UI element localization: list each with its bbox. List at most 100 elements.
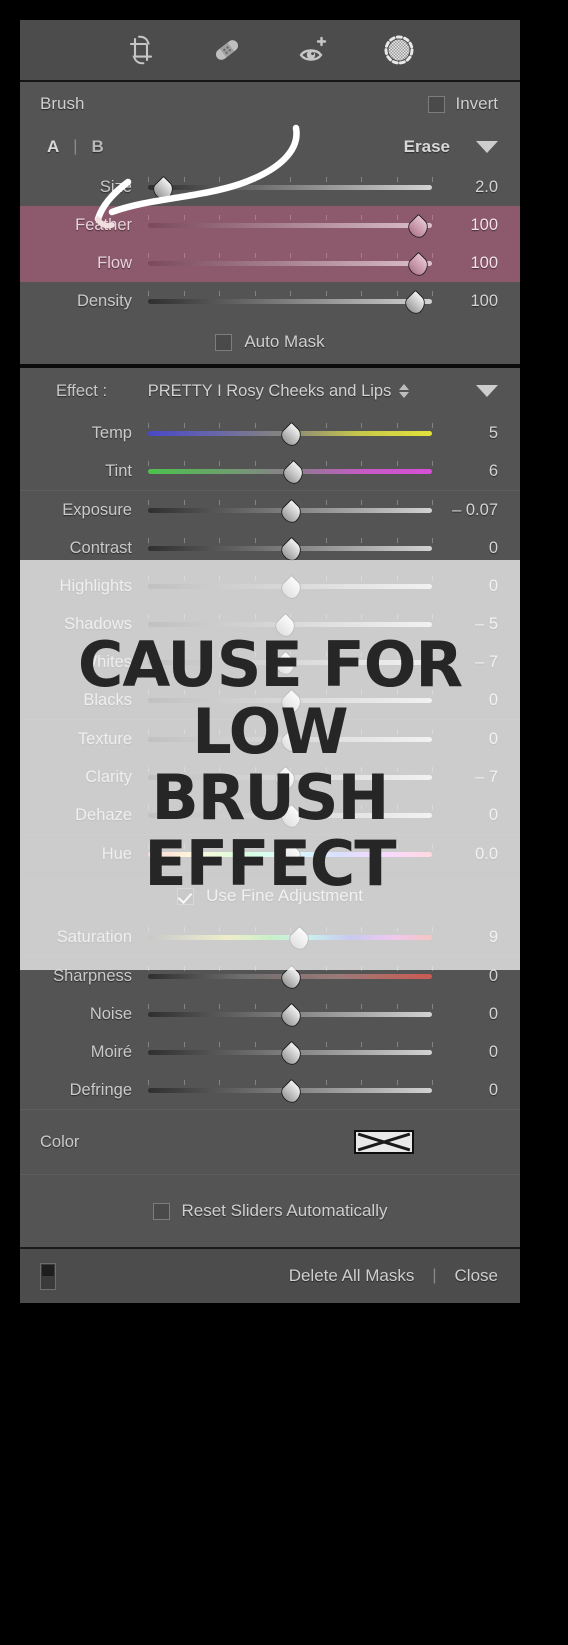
slider-knob[interactable] xyxy=(282,462,303,484)
slider-track-wrap[interactable] xyxy=(148,605,433,643)
slider-track-wrap[interactable] xyxy=(148,720,433,758)
slider-track-wrap[interactable] xyxy=(148,957,433,995)
slider-value[interactable]: – 7 xyxy=(432,768,498,787)
brush-preset-a[interactable]: A xyxy=(47,137,59,157)
stepper-updown-icon[interactable] xyxy=(399,384,410,399)
brush-erase-button[interactable]: Erase xyxy=(404,137,450,157)
slider-knob[interactable] xyxy=(274,653,295,675)
invert-checkbox[interactable] xyxy=(428,95,446,113)
slider-value[interactable]: 0 xyxy=(432,539,498,558)
slider-value[interactable]: 0 xyxy=(432,577,498,596)
slider-value[interactable]: 0 xyxy=(432,691,498,710)
slider-track[interactable] xyxy=(148,261,432,266)
slider-value[interactable]: 5 xyxy=(432,424,498,443)
slider-track-wrap[interactable] xyxy=(148,681,433,719)
slider-knob[interactable] xyxy=(404,292,425,314)
slider-track-wrap[interactable] xyxy=(148,244,433,282)
slider-row: Texture 0 xyxy=(20,720,520,758)
spot-removal-icon[interactable] xyxy=(210,33,244,67)
slider-knob[interactable] xyxy=(280,501,301,523)
slider-track-wrap[interactable] xyxy=(148,835,433,873)
slider-value[interactable]: 9 xyxy=(432,928,498,947)
invert-checkbox-row[interactable]: Invert xyxy=(428,94,498,114)
slider-knob[interactable] xyxy=(280,730,301,752)
slider-track-wrap[interactable] xyxy=(148,414,433,452)
reset-sliders-row[interactable]: Reset Sliders Automatically xyxy=(20,1175,520,1247)
slider-track-wrap[interactable] xyxy=(148,1071,433,1109)
red-eye-correction-icon[interactable] xyxy=(296,33,330,67)
slider-knob[interactable] xyxy=(280,1043,301,1065)
slider-track[interactable] xyxy=(148,299,432,304)
slider-track-wrap[interactable] xyxy=(148,529,433,567)
fine-adjustment-row[interactable]: Use Fine Adjustment xyxy=(20,874,520,918)
slider-ticks xyxy=(148,215,433,220)
brush-preset-b[interactable]: B xyxy=(91,137,103,157)
slider-knob[interactable] xyxy=(280,806,301,828)
slider-track-wrap[interactable] xyxy=(148,758,433,796)
slider-value[interactable]: 6 xyxy=(432,462,498,481)
brush-preset-separator: | xyxy=(73,138,78,155)
slider-knob[interactable] xyxy=(280,577,301,599)
slider-knob[interactable] xyxy=(407,216,428,238)
slider-value[interactable]: 0.0 xyxy=(432,845,498,864)
slider-value[interactable]: 0 xyxy=(432,806,498,825)
slider-knob[interactable] xyxy=(280,1005,301,1027)
auto-mask-row[interactable]: Auto Mask xyxy=(20,320,520,364)
reset-sliders-label: Reset Sliders Automatically xyxy=(181,1201,388,1220)
slider-knob[interactable] xyxy=(280,967,301,989)
slider-knob[interactable] xyxy=(274,615,295,637)
slider-knob[interactable] xyxy=(152,178,173,200)
slider-row: Moiré 0 xyxy=(20,1033,520,1071)
slider-knob[interactable] xyxy=(280,845,301,867)
effect-preset-value[interactable]: PRETTY I Rosy Cheeks and Lips xyxy=(107,382,450,401)
slider-value[interactable]: 0 xyxy=(432,967,498,986)
slider-knob[interactable] xyxy=(288,928,309,950)
slider-track-wrap[interactable] xyxy=(148,995,433,1033)
slider-track-wrap[interactable] xyxy=(148,491,433,529)
effect-chevron-down-icon[interactable] xyxy=(476,385,498,397)
slider-track-wrap[interactable] xyxy=(148,1033,433,1071)
slider-track-wrap[interactable] xyxy=(148,168,433,206)
fine-adjustment-checkbox[interactable] xyxy=(177,887,195,905)
slider-knob[interactable] xyxy=(280,539,301,561)
crop-overlay-icon[interactable] xyxy=(124,33,158,67)
slider-track-wrap[interactable] xyxy=(148,452,433,490)
slider-label: Contrast xyxy=(69,538,132,557)
slider-knob[interactable] xyxy=(280,1081,301,1103)
slider-value[interactable]: – 7 xyxy=(432,653,498,672)
delete-all-masks-button[interactable]: Delete All Masks xyxy=(289,1266,415,1286)
chevron-down-icon[interactable] xyxy=(476,141,498,153)
slider-knob[interactable] xyxy=(407,254,428,276)
slider-track-wrap[interactable] xyxy=(148,796,433,834)
slider-track-wrap[interactable] xyxy=(148,918,433,956)
slider-track[interactable] xyxy=(148,223,432,228)
slider-value[interactable]: 0 xyxy=(432,1043,498,1062)
brush-title: Brush xyxy=(40,94,85,113)
auto-mask-checkbox[interactable] xyxy=(215,333,233,351)
slider-row: Noise 0 xyxy=(20,995,520,1033)
slider-knob[interactable] xyxy=(280,424,301,446)
slider-track[interactable] xyxy=(148,185,432,190)
slider-value[interactable]: 0 xyxy=(432,730,498,749)
brush-header: Brush Invert xyxy=(20,82,520,126)
panel-switch-toggle[interactable] xyxy=(40,1262,56,1290)
slider-track-wrap[interactable] xyxy=(148,567,433,605)
reset-sliders-checkbox[interactable] xyxy=(152,1202,170,1220)
slider-track-wrap[interactable] xyxy=(148,282,433,320)
slider-value[interactable]: – 5 xyxy=(432,615,498,634)
close-button[interactable]: Close xyxy=(455,1266,498,1286)
slider-value[interactable]: 100 xyxy=(432,216,498,235)
slider-value[interactable]: 0 xyxy=(432,1005,498,1024)
slider-value[interactable]: 2.0 xyxy=(432,178,498,197)
slider-track-wrap[interactable] xyxy=(148,643,433,681)
slider-knob[interactable] xyxy=(274,768,295,790)
masking-brush-icon[interactable] xyxy=(382,33,416,67)
slider-value[interactable]: – 0.07 xyxy=(432,501,498,520)
slider-value[interactable]: 100 xyxy=(432,254,498,273)
color-swatch[interactable] xyxy=(354,1130,414,1154)
effect-header: Effect : PRETTY I Rosy Cheeks and Lips xyxy=(20,368,520,414)
slider-value[interactable]: 100 xyxy=(432,292,498,311)
slider-value[interactable]: 0 xyxy=(432,1081,498,1100)
slider-knob[interactable] xyxy=(280,691,301,713)
slider-track-wrap[interactable] xyxy=(148,206,433,244)
